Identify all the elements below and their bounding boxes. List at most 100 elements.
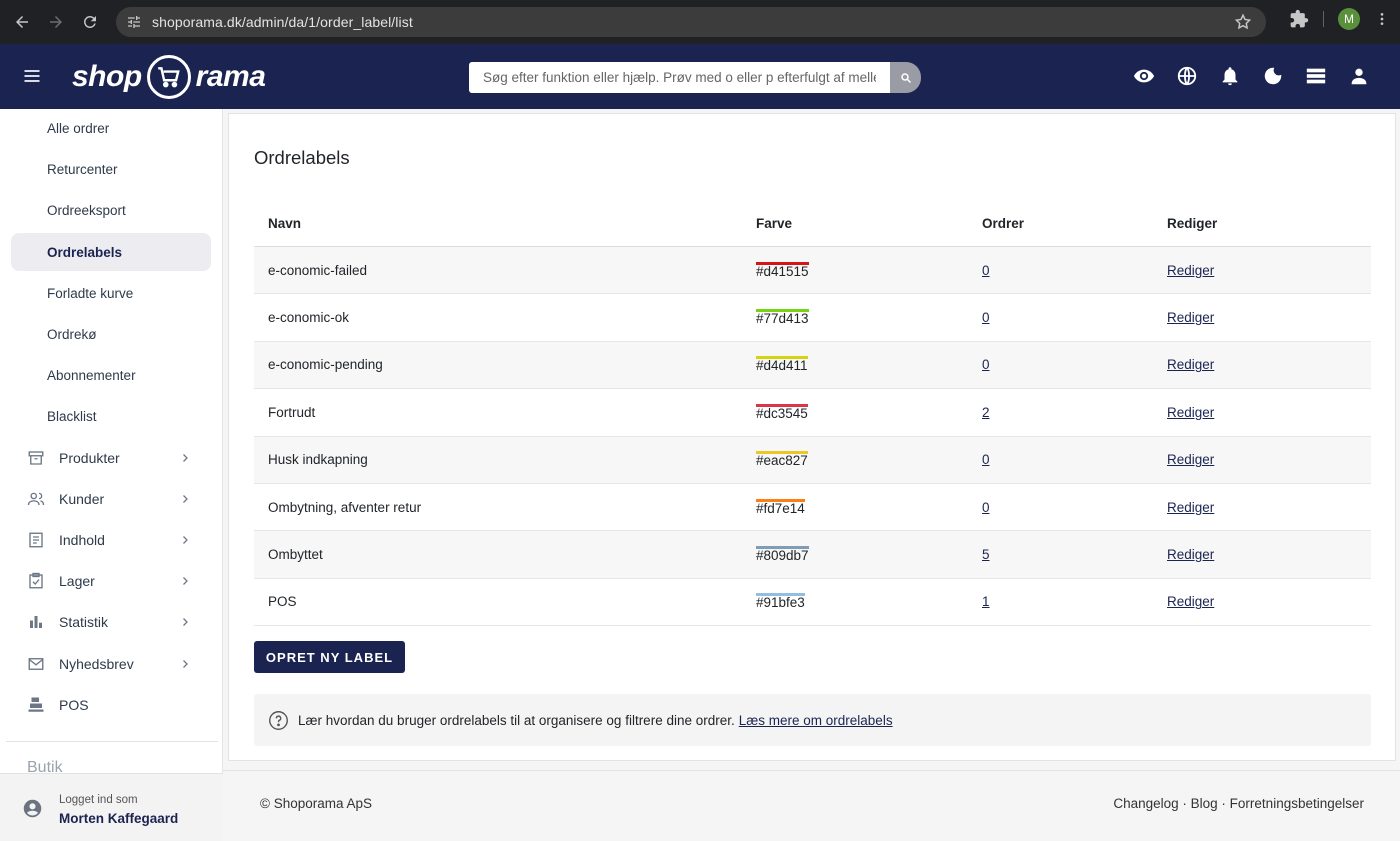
sidebar-item-produkter[interactable]: Produkter (27, 443, 197, 473)
app-header: shop rama (0, 44, 1400, 109)
sidebar-item-label: Abonnementer (47, 367, 136, 383)
sidebar-item-label: Kunder (59, 491, 105, 507)
page-footer: © Shoporama ApS Changelog · Blog · Forre… (223, 770, 1400, 841)
question-circle-icon (269, 710, 288, 730)
logged-in-label: Logget ind som (59, 794, 138, 806)
color-swatch: #d41515 (756, 261, 809, 279)
sidebar-item-label: Nyhedsbrev (59, 656, 134, 672)
sidebar-item-returcenter[interactable]: Returcenter (11, 150, 211, 188)
dark-mode-moon-icon[interactable] (1262, 65, 1284, 87)
color-swatch: #91bfe3 (756, 593, 805, 611)
color-swatch: #eac827 (756, 451, 808, 469)
orders-count-link[interactable]: 1 (982, 594, 990, 609)
profile-avatar[interactable]: M (1338, 8, 1360, 30)
sidebar-item-label: Ordreeksport (47, 202, 126, 218)
address-bar[interactable]: shoporama.dk/admin/da/1/order_label/list (116, 7, 1266, 37)
edit-link[interactable]: Rediger (1167, 405, 1214, 420)
sidebar-item-lager[interactable]: Lager (27, 566, 197, 596)
browser-actions: M (1289, 8, 1390, 30)
orders-count-link[interactable]: 0 (982, 500, 990, 515)
document-icon (27, 531, 45, 549)
toolbar-divider (1323, 11, 1324, 27)
orders-count-link[interactable]: 0 (982, 452, 990, 467)
table-row: e-conomic-pending #d4d411 0 Rediger (254, 341, 1371, 390)
label-name: e-conomic-failed (268, 262, 368, 278)
edit-link[interactable]: Rediger (1167, 594, 1214, 609)
chevron-right-icon (183, 660, 188, 668)
sidebar-item-label: Statistik (59, 614, 109, 630)
table-row: Husk indkapning #eac827 0 Rediger (254, 436, 1371, 484)
edit-link[interactable]: Rediger (1167, 357, 1214, 372)
sidebar-item-pos[interactable]: POS (27, 690, 197, 720)
back-arrow-icon[interactable] (5, 5, 39, 39)
label-name: POS (268, 594, 297, 610)
sidebar-item-nyhedsbrev[interactable]: Nyhedsbrev (27, 649, 197, 679)
help-read-more-link[interactable]: Læs mere om ordrelabels (739, 713, 893, 728)
bell-icon[interactable] (1219, 65, 1241, 87)
color-swatch: #d4d411 (756, 356, 808, 374)
sidebar-item-statistik[interactable]: Statistik (27, 607, 197, 637)
sidebar-item-label: Produkter (59, 450, 120, 466)
logged-in-user: Logget ind som Morten Kaffegaard (0, 773, 223, 841)
sidebar-item-indhold[interactable]: Indhold (27, 525, 197, 555)
extensions-puzzle-icon[interactable] (1289, 9, 1309, 29)
hamburger-menu-icon[interactable] (22, 66, 42, 86)
table-row: e-conomic-failed #d41515 0 Rediger (254, 247, 1371, 295)
global-search (469, 62, 921, 93)
sidebar-item-forladte-kurve[interactable]: Forladte kurve (11, 274, 211, 312)
sidebar-item-ordreeksport[interactable]: Ordreeksport (11, 191, 211, 229)
orders-count-link[interactable]: 0 (982, 263, 990, 278)
account-person-icon[interactable] (1348, 65, 1370, 87)
edit-link[interactable]: Rediger (1167, 547, 1214, 562)
people-icon (27, 490, 45, 508)
orders-count-link[interactable]: 0 (982, 357, 990, 372)
color-swatch: #fd7e14 (756, 498, 805, 516)
create-label-button[interactable]: OPRET NY LABEL (254, 641, 405, 673)
help-text: Lær hvordan du bruger ordrelabels til at… (298, 712, 735, 728)
table-row: POS #91bfe3 1 Rediger (254, 579, 1371, 627)
sidebar: Alle ordrer Returcenter Ordreeksport Ord… (0, 109, 223, 841)
shoporama-logo[interactable]: shop rama (72, 54, 266, 100)
sidebar-item-ordrelabels[interactable]: Ordrelabels (11, 233, 211, 271)
sidebar-item-label: Indhold (59, 532, 105, 548)
help-info-box: Lær hvordan du bruger ordrelabels til at… (254, 694, 1371, 746)
orders-count-link[interactable]: 0 (982, 310, 990, 325)
edit-link[interactable]: Rediger (1167, 500, 1214, 515)
more-vert-icon[interactable] (1374, 10, 1390, 28)
logo-text-right: rama (195, 60, 266, 93)
eye-icon[interactable] (1133, 65, 1155, 87)
sidebar-item-label: POS (59, 697, 89, 713)
chevron-right-icon (183, 577, 188, 585)
edit-link[interactable]: Rediger (1167, 452, 1214, 467)
sidebar-item-blacklist[interactable]: Blacklist (11, 397, 211, 435)
color-swatch: #77d413 (756, 309, 809, 327)
copyright-text: © Shoporama ApS (260, 796, 373, 811)
chevron-right-icon (183, 454, 188, 462)
edit-link[interactable]: Rediger (1167, 263, 1214, 278)
storage-stack-icon[interactable] (1305, 65, 1327, 87)
table-body: e-conomic-failed #d41515 0 Rediger e-con… (254, 247, 1371, 627)
table-row: Ombyttet #809db7 5 Rediger (254, 531, 1371, 579)
user-name[interactable]: Morten Kaffegaard (59, 811, 178, 826)
mail-icon (27, 655, 45, 673)
reload-icon[interactable] (73, 5, 107, 39)
forward-arrow-icon[interactable] (39, 5, 73, 39)
table-row: Fortrudt #dc3545 2 Rediger (254, 389, 1371, 437)
user-avatar-icon (23, 799, 42, 818)
order-labels-table: Navn Farve Ordrer Rediger e-conomic-fail… (254, 201, 1371, 627)
sidebar-item-alle-ordrer[interactable]: Alle ordrer (11, 109, 211, 147)
site-info-icon[interactable] (126, 14, 142, 30)
orders-count-link[interactable]: 5 (982, 547, 990, 562)
sidebar-item-ordrekoe[interactable]: Ordrekø (11, 315, 211, 353)
cash-register-icon (27, 696, 45, 714)
sidebar-item-label: Lager (59, 573, 95, 589)
search-input[interactable] (469, 62, 890, 93)
footer-links[interactable]: Changelog · Blog · Forretningsbetingelse… (1113, 796, 1364, 811)
sidebar-item-abonnementer[interactable]: Abonnementer (11, 356, 211, 394)
search-button[interactable] (890, 62, 921, 93)
edit-link[interactable]: Rediger (1167, 310, 1214, 325)
globe-icon[interactable] (1176, 65, 1198, 87)
bookmark-star-icon[interactable] (1234, 13, 1252, 31)
orders-count-link[interactable]: 2 (982, 405, 990, 420)
sidebar-item-kunder[interactable]: Kunder (27, 484, 197, 514)
